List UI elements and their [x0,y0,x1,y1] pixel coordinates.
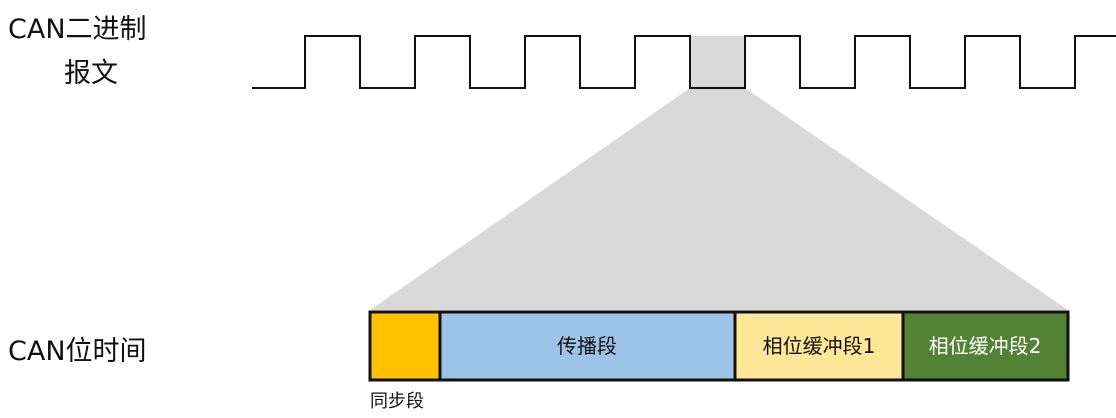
binary-message-label-line1: CAN二进制 [8,14,147,45]
bit-time-label: CAN位时间 [8,336,147,367]
binary-signal-waveform [252,35,1116,89]
sync-segment-box [368,310,442,382]
sync-segment-label: 同步段 [370,391,424,412]
propagation-segment-label: 传播段 [557,334,617,358]
binary-message-label-line2: 报文 [64,58,118,89]
phase-buffer-2-label: 相位缓冲段2 [929,334,1042,358]
bit-time-segments: 传播段 相位缓冲段1 相位缓冲段2 [368,310,1070,382]
zoom-projection [370,88,1068,310]
highlighted-bit [690,36,745,88]
phase-buffer-1-label: 相位缓冲段1 [763,334,876,358]
can-bit-timing-diagram: CAN二进制 报文 CAN位时间 传播段 相位缓冲段1 相位缓冲段2 同步段 [8,14,1116,412]
